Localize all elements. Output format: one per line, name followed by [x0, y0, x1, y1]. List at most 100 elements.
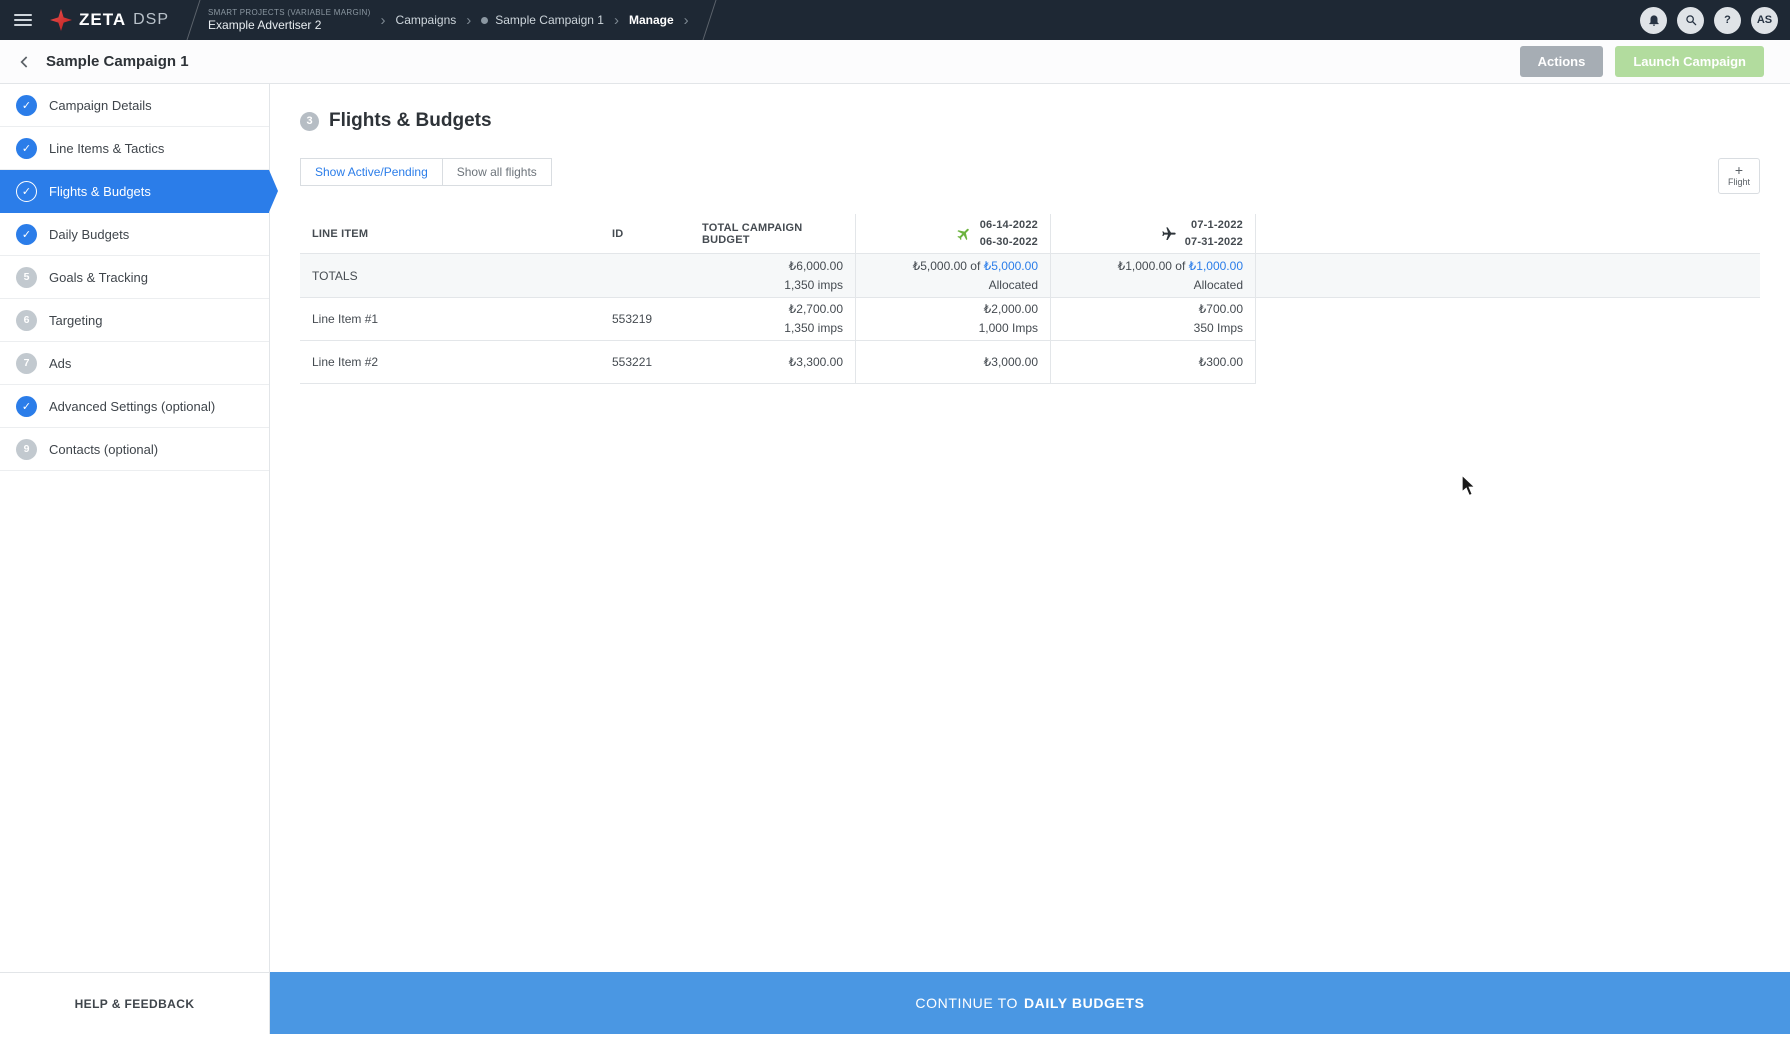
search-icon[interactable] [1677, 7, 1704, 34]
sidebar-item-daily-budgets[interactable]: ✓ Daily Budgets [0, 213, 269, 256]
step-number-badge: 3 [300, 112, 319, 131]
chevron-right-icon: › [676, 12, 697, 29]
row-filler [1255, 298, 1760, 341]
check-circle-icon: ✓ [16, 138, 37, 159]
sidebar-item-label: Campaign Details [49, 98, 152, 113]
flight1-amount: ₺3,000.00 [984, 353, 1038, 372]
totals-row: TOTALS ₺6,000.00 1,350 imps ₺5,000.00 of… [300, 254, 1760, 298]
sidebar-item-label: Ads [49, 356, 71, 371]
main-column: 3 Flights & Budgets Show Active/Pending … [270, 84, 1790, 1034]
plus-icon: + [1735, 165, 1743, 176]
continue-to-daily-budgets-button[interactable]: CONTINUE TO DAILY BUDGETS [270, 972, 1790, 1034]
breadcrumb-manage-label: Manage [629, 13, 674, 27]
totals-budget-imps: 1,350 imps [784, 276, 843, 295]
flight2-start-date: 07-1-2022 [1185, 217, 1243, 234]
totals-id-cell [600, 254, 690, 298]
sidebar-item-ads[interactable]: 7 Ads [0, 342, 269, 385]
breadcrumb-advertiser-label: Example Advertiser 2 [208, 18, 371, 33]
flight1-end-date: 06-30-2022 [980, 234, 1038, 251]
flight2-cell: ₺300.00 [1050, 341, 1255, 384]
filter-show-active-pending[interactable]: Show Active/Pending [300, 158, 443, 186]
flight2-end-date: 07-31-2022 [1185, 234, 1243, 251]
table-row-line-item-1[interactable]: Line Item #1 553219 ₺2,700.00 1,350 imps… [300, 298, 1760, 341]
breadcrumb-slant-divider [187, 0, 201, 40]
continue-prefix: CONTINUE TO [915, 995, 1018, 1011]
step-number-icon: 7 [16, 353, 37, 374]
sidebar-item-advanced-settings[interactable]: ✓ Advanced Settings (optional) [0, 385, 269, 428]
flight2-amount: ₺300.00 [1199, 353, 1243, 372]
brand-dsp-text: DSP [133, 11, 169, 29]
breadcrumb-campaign[interactable]: Sample Campaign 1 [479, 13, 606, 27]
sidebar-item-label: Contacts (optional) [49, 442, 158, 457]
flight2-imps: 350 Imps [1194, 319, 1243, 338]
launch-campaign-button[interactable]: Launch Campaign [1615, 46, 1764, 77]
continue-target: DAILY BUDGETS [1024, 995, 1145, 1011]
flight1-allocated-link[interactable]: ₺5,000.00 [984, 259, 1038, 273]
breadcrumb-manage[interactable]: Manage [627, 13, 676, 27]
step-number-icon: 6 [16, 310, 37, 331]
sidebar-item-targeting[interactable]: 6 Targeting [0, 299, 269, 342]
check-circle-icon: ✓ [16, 95, 37, 116]
chevron-right-icon: › [458, 12, 479, 29]
page-title: Sample Campaign 1 [46, 53, 189, 70]
line-item-name: Line Item #2 [300, 341, 600, 384]
steps-list: ✓ Campaign Details ✓ Line Items & Tactic… [0, 84, 269, 972]
filter-row: Show Active/Pending Show all flights + F… [300, 158, 1760, 194]
help-feedback-button[interactable]: HELP & FEEDBACK [0, 972, 269, 1034]
sidebar-item-label: Targeting [49, 313, 102, 328]
budget-imps: 1,350 imps [784, 319, 843, 338]
check-circle-icon: ✓ [16, 181, 37, 202]
step-number-icon: 9 [16, 439, 37, 460]
totals-budget-amount: ₺6,000.00 [789, 257, 843, 276]
budget-amount: ₺3,300.00 [789, 353, 843, 372]
totals-flight2-cell: ₺1,000.00 of ₺1,000.00 Allocated [1050, 254, 1255, 298]
sidebar-item-campaign-details[interactable]: ✓ Campaign Details [0, 84, 269, 127]
user-avatar[interactable]: AS [1751, 7, 1778, 34]
hamburger-menu-icon[interactable] [0, 0, 46, 40]
sidebar-item-flights-budgets[interactable]: ✓ Flights & Budgets [0, 170, 269, 213]
line-item-budget-cell: ₺3,300.00 [690, 341, 855, 384]
add-flight-button[interactable]: + Flight [1718, 158, 1760, 194]
sidebar-item-line-items-tactics[interactable]: ✓ Line Items & Tactics [0, 127, 269, 170]
flight-filter-group: Show Active/Pending Show all flights [300, 158, 552, 186]
top-nav-bar: ZETA DSP SMART PROJECTS (VARIABLE MARGIN… [0, 0, 1790, 40]
help-icon[interactable]: ? [1714, 7, 1741, 34]
breadcrumb-project-label: SMART PROJECTS (VARIABLE MARGIN) [208, 8, 371, 18]
filter-show-all-flights[interactable]: Show all flights [443, 158, 552, 186]
sidebar-item-label: Advanced Settings (optional) [49, 399, 215, 414]
breadcrumb-campaigns-label: Campaigns [396, 13, 457, 27]
chevron-right-icon: › [373, 12, 394, 29]
col-header-flight-2[interactable]: 07-1-2022 07-31-2022 [1050, 214, 1255, 254]
steps-sidebar: ✓ Campaign Details ✓ Line Items & Tactic… [0, 84, 270, 1034]
actions-button[interactable]: Actions [1520, 46, 1604, 77]
line-item-budget-cell: ₺2,700.00 1,350 imps [690, 298, 855, 341]
check-circle-icon: ✓ [16, 224, 37, 245]
header-filler [1255, 214, 1760, 254]
breadcrumb-campaigns[interactable]: Campaigns [394, 13, 459, 27]
breadcrumb-campaign-label: Sample Campaign 1 [495, 13, 604, 27]
col-header-flight-1[interactable]: 06-14-2022 06-30-2022 [855, 214, 1050, 254]
line-item-id: 553219 [600, 298, 690, 341]
flights-budgets-table: LINE ITEM ID TOTAL CAMPAIGN BUDGET 06-14… [300, 214, 1760, 384]
back-chevron-icon[interactable] [12, 49, 38, 75]
flight2-allocated-link[interactable]: ₺1,000.00 [1189, 259, 1243, 273]
sidebar-item-goals-tracking[interactable]: 5 Goals & Tracking [0, 256, 269, 299]
budget-amount: ₺2,700.00 [789, 300, 843, 319]
flight1-start-date: 06-14-2022 [980, 217, 1038, 234]
campaign-status-dot-icon [481, 17, 488, 24]
sidebar-item-label: Flights & Budgets [49, 184, 151, 199]
totals-flight1-cell: ₺5,000.00 of ₺5,000.00 Allocated [855, 254, 1050, 298]
zeta-dsp-logo[interactable]: ZETA DSP [46, 9, 181, 31]
notifications-bell-icon[interactable] [1640, 7, 1667, 34]
table-header-row: LINE ITEM ID TOTAL CAMPAIGN BUDGET 06-14… [300, 214, 1760, 254]
sidebar-item-contacts[interactable]: 9 Contacts (optional) [0, 428, 269, 471]
breadcrumb-advertiser[interactable]: SMART PROJECTS (VARIABLE MARGIN) Example… [206, 8, 373, 33]
table-row-line-item-2[interactable]: Line Item #2 553221 ₺3,300.00 ₺3,000.00 … [300, 341, 1760, 384]
brand-zeta-text: ZETA [79, 10, 126, 30]
check-circle-icon: ✓ [16, 396, 37, 417]
sidebar-item-label: Daily Budgets [49, 227, 129, 242]
row-filler [1255, 341, 1760, 384]
topbar-actions: ? AS [1640, 7, 1790, 34]
section-title: Flights & Budgets [329, 110, 492, 132]
flight2-spent: ₺1,000.00 of [1118, 259, 1186, 273]
